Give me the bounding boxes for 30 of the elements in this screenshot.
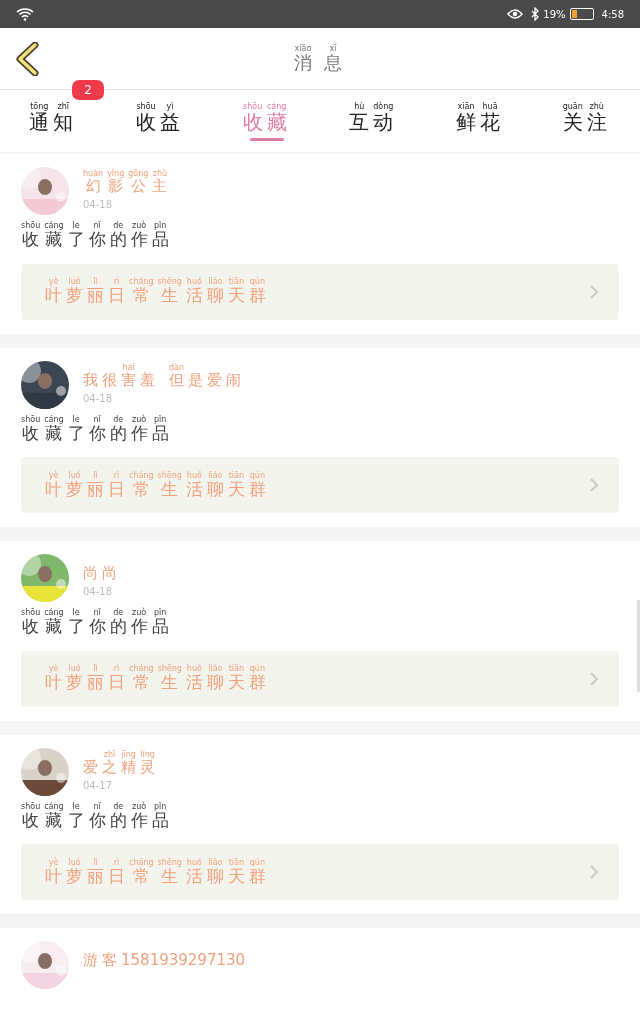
user-name: 爱 zhī 之 jīng 精 líng 灵 <box>83 749 156 776</box>
battery-percentage: 19% <box>543 7 566 22</box>
bluetooth-icon <box>531 7 540 21</box>
message-text: shōu 收 cáng 藏 le 了 nǐ 你 de 的 zuò 作 pǐn 品 <box>21 801 170 831</box>
scrollbar[interactable] <box>637 600 640 692</box>
message-date: 04-18 <box>83 198 113 213</box>
message-date: 04-18 <box>83 585 113 600</box>
count-badge: 2 <box>72 80 104 100</box>
chevron-right-icon <box>589 283 599 300</box>
clock-time: 4:58 <box>601 7 624 22</box>
message-text: shōu 收 cáng 藏 le 了 nǐ 你 de 的 zuò 作 pǐn 品 <box>21 221 170 250</box>
message-date: 04-18 <box>83 391 113 406</box>
user-name: 我 很 hài 害 羞 dàn 但 是 爱 闹 <box>83 362 243 389</box>
message-date: 04-17 <box>83 778 113 793</box>
chevron-right-icon <box>589 864 599 881</box>
user-name: huàn 幻 yǐng 影 gōng 公 zhǔ 主 <box>83 169 169 196</box>
tab[interactable]: hù 互 dòng 动 <box>320 90 427 152</box>
user-name: 游 客 1581939297130 <box>83 950 247 970</box>
chevron-right-icon <box>589 670 599 687</box>
wifi-icon <box>16 7 34 21</box>
page-title: xiāo 消 xī 息 <box>294 43 343 74</box>
message-text: shōu 收 cáng 藏 le 了 nǐ 你 de 的 zuò 作 pǐn 品 <box>21 608 170 637</box>
eye-icon <box>507 8 524 20</box>
message-text: shōu 收 cáng 藏 le 了 nǐ 你 de 的 zuò 作 pǐn 品 <box>21 414 170 444</box>
battery-icon <box>569 8 594 20</box>
user-name: 尚 尚 <box>83 563 118 583</box>
tab[interactable]: shōu 收 yì 益 <box>106 90 214 152</box>
tab[interactable]: guān 关 zhù 注 <box>533 90 640 152</box>
tab[interactable]: xiān 鲜 huā 花 <box>426 90 534 152</box>
chevron-right-icon <box>589 477 599 494</box>
